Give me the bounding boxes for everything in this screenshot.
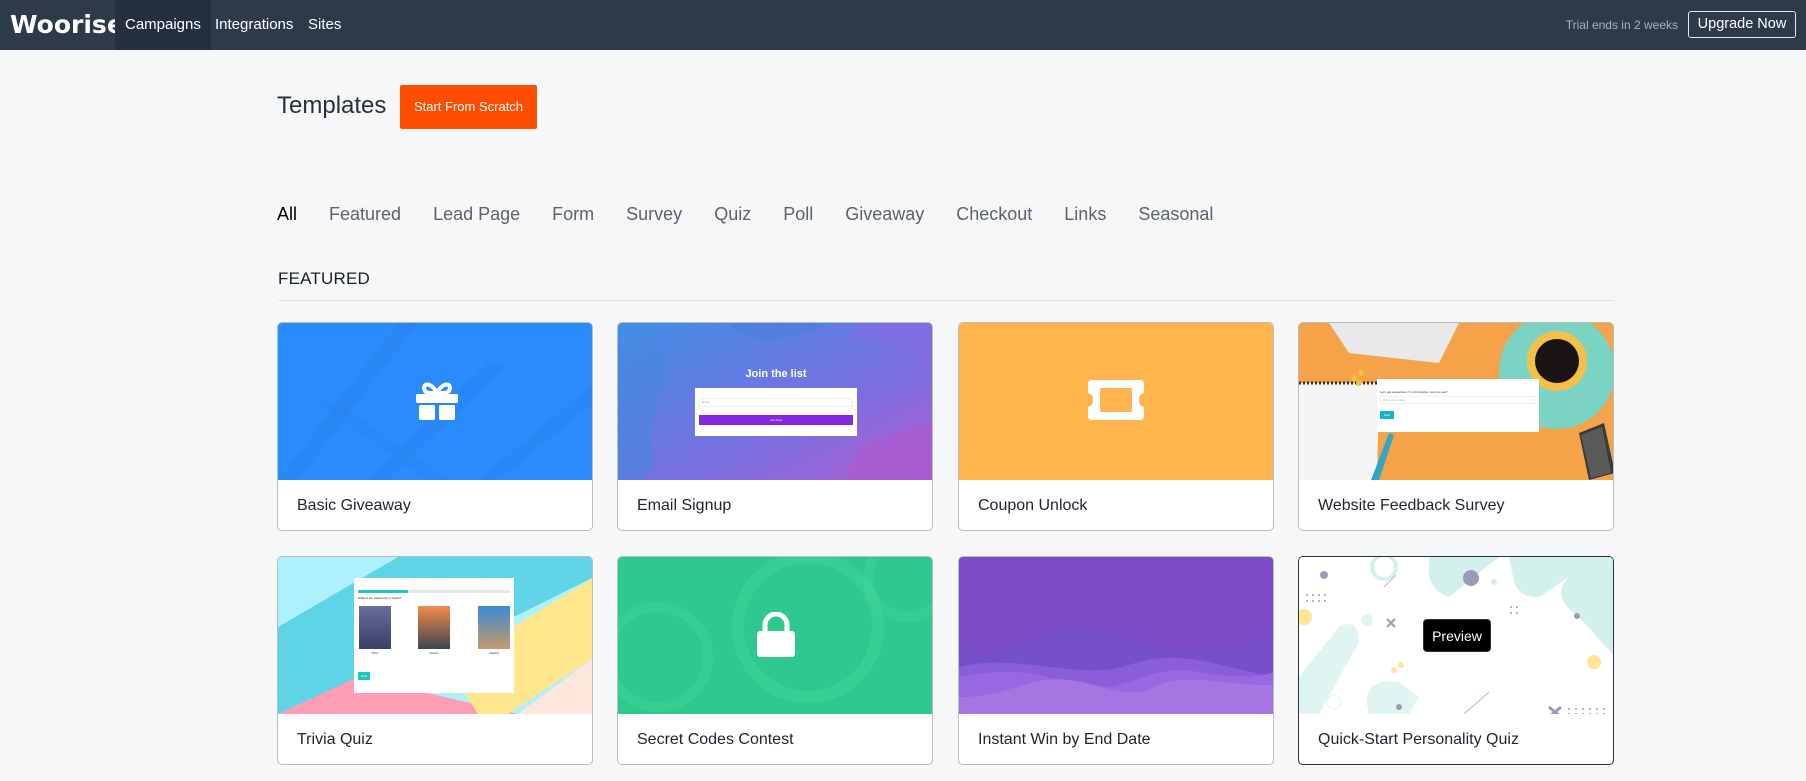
template-card-email-signup[interactable]: Join the list Email Join Now Email Signu… <box>617 322 933 531</box>
card-thumbnail <box>959 557 1273 714</box>
card-title: Quick-Start Personality Quiz <box>1318 731 1519 748</box>
tab-all[interactable]: All <box>277 200 297 228</box>
card-title: Trivia Quiz <box>297 731 373 748</box>
thumbnail-name-field: Enter your name <box>1380 396 1535 404</box>
section-title-featured: FEATURED <box>278 269 370 288</box>
template-card-website-feedback-survey[interactable]: Let's get acquainted. I'm Christopher. A… <box>1298 322 1614 531</box>
section-divider <box>278 300 1614 301</box>
nav-item-integrations[interactable]: Integrations <box>205 0 303 50</box>
tab-seasonal[interactable]: Seasonal <box>1138 200 1213 228</box>
thumbnail-option-label: Madrid <box>489 651 499 655</box>
thumbnail-progress-bar <box>358 590 510 593</box>
thumbnail-progress-fill <box>358 590 409 593</box>
preview-button[interactable]: Preview <box>1423 619 1491 652</box>
tab-giveaway[interactable]: Giveaway <box>845 200 924 228</box>
thumbnail-question: Let's get acquainted. I'm Christopher. A… <box>1380 390 1448 394</box>
thumbnail-option-image <box>478 606 510 649</box>
page-title: Templates <box>277 92 387 119</box>
template-card-coupon-unlock[interactable]: Coupon Unlock <box>958 322 1274 531</box>
trial-status: Trial ends in 2 weeks <box>1565 18 1678 32</box>
card-thumbnail: Join the list Email Join Now <box>618 323 932 480</box>
nav-item-campaigns[interactable]: Campaigns <box>115 0 211 50</box>
thumbnail-option-label: Athens <box>429 651 439 655</box>
tab-lead-page[interactable]: Lead Page <box>433 200 520 228</box>
thumbnail-wave-background <box>959 628 1273 714</box>
thumbnail-question: What is the capital city of Spain? <box>358 596 402 600</box>
tab-featured[interactable]: Featured <box>329 200 401 228</box>
template-card-secret-codes-contest[interactable]: Secret Codes Contest <box>617 556 933 765</box>
upgrade-now-button[interactable]: Upgrade Now <box>1688 11 1796 38</box>
template-card-quick-start-personality-quiz[interactable]: Preview Quick-Start Personality Quiz <box>1298 556 1614 765</box>
thumbnail-option-image <box>359 606 391 649</box>
card-thumbnail: What is the capital city of Spain? Paris… <box>278 557 592 714</box>
tab-form[interactable]: Form <box>552 200 594 228</box>
card-title: Website Feedback Survey <box>1318 497 1505 514</box>
thumbnail-next-button: Next <box>1380 411 1394 419</box>
thumbnail-email-field: Email <box>699 398 853 407</box>
thumbnail-quiz-panel: What is the capital city of Spain? Paris… <box>354 578 514 693</box>
tab-links[interactable]: Links <box>1064 200 1106 228</box>
nav-item-sites[interactable]: Sites <box>298 0 351 50</box>
thumbnail-heading: Join the list <box>745 368 807 380</box>
template-card-trivia-quiz[interactable]: What is the capital city of Spain? Paris… <box>277 556 593 765</box>
card-thumbnail: Let's get acquainted. I'm Christopher. A… <box>1299 323 1613 480</box>
tab-poll[interactable]: Poll <box>783 200 813 228</box>
thumbnail-join-button: Join Now <box>699 415 853 425</box>
card-title: Email Signup <box>637 497 732 514</box>
start-from-scratch-button[interactable]: Start From Scratch <box>400 85 537 129</box>
tab-checkout[interactable]: Checkout <box>956 200 1032 228</box>
top-navbar: Woorise Campaigns Integrations Sites Tri… <box>0 0 1806 50</box>
tab-survey[interactable]: Survey <box>626 200 682 228</box>
template-card-basic-giveaway[interactable]: Basic Giveaway <box>277 322 593 531</box>
card-title: Secret Codes Contest <box>637 731 794 748</box>
card-thumbnail <box>618 557 932 714</box>
thumbnail-form: Let's get acquainted. I'm Christopher. A… <box>1377 379 1539 432</box>
ticket-icon <box>1088 380 1144 420</box>
card-title: Basic Giveaway <box>297 497 411 514</box>
card-thumbnail: Preview <box>1299 557 1613 714</box>
template-card-instant-win-by-end-date[interactable]: Instant Win by End Date <box>958 556 1274 765</box>
thumbnail-option-image <box>418 606 450 649</box>
card-thumbnail <box>278 323 592 480</box>
lock-icon <box>757 612 795 657</box>
thumbnail-option-label: Paris <box>371 651 379 655</box>
card-thumbnail <box>959 323 1273 480</box>
card-title: Coupon Unlock <box>978 497 1088 514</box>
gift-icon <box>416 382 458 420</box>
woorise-logo[interactable]: Woorise <box>10 8 124 42</box>
thumbnail-next-button: Next <box>358 672 370 680</box>
tab-quiz[interactable]: Quiz <box>714 200 751 228</box>
card-title: Instant Win by End Date <box>978 731 1151 748</box>
thumbnail-form: Email Join Now <box>695 388 857 436</box>
template-category-tabs: All Featured Lead Page Form Survey Quiz … <box>277 200 1245 228</box>
